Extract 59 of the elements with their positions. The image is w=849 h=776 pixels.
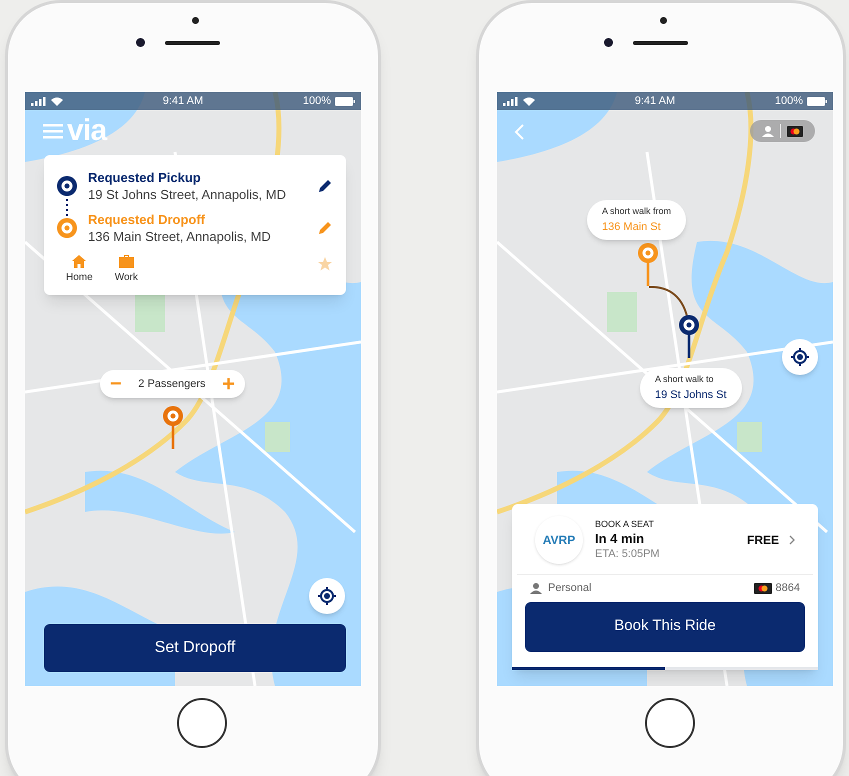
dropoff-pin	[637, 242, 659, 288]
pickup-pin	[678, 314, 700, 360]
home-button[interactable]	[645, 698, 695, 748]
shortcut-button[interactable]: Work	[114, 255, 138, 285]
eta-text: ETA: 5:05PM	[595, 547, 660, 562]
card-icon	[787, 126, 803, 136]
briefcase-icon	[118, 255, 134, 268]
operator-logo: AVRP	[542, 532, 576, 549]
ride-overline: BOOK A SEAT	[595, 518, 655, 530]
stop-address: 136 Main Street, Annapolis, MD	[88, 228, 272, 245]
card-icon	[754, 582, 772, 594]
crosshair-icon	[317, 586, 337, 606]
chevron-right-icon[interactable]	[789, 535, 795, 545]
passenger-count: 2 Passengers	[138, 376, 206, 392]
speaker-grille	[165, 40, 220, 44]
book-ride-button[interactable]: Book This Ride	[525, 602, 805, 652]
crosshair-icon	[790, 347, 810, 367]
wifi-icon	[523, 96, 535, 106]
callout-caption: A short walk from	[602, 205, 672, 218]
park-area	[265, 422, 290, 452]
status-time: 9:41 AM	[162, 94, 204, 109]
home-button[interactable]	[176, 698, 226, 748]
battery-percent: 100%	[302, 94, 331, 109]
set-dropoff-button[interactable]: Set Dropoff	[44, 624, 346, 672]
status-time: 9:41 AM	[634, 94, 676, 109]
park-area	[135, 292, 165, 332]
dropoff-pin	[162, 405, 184, 451]
person-icon	[530, 582, 542, 594]
dotted-connector	[66, 199, 68, 219]
pencil-icon	[318, 179, 332, 193]
profile-label: Personal	[548, 581, 592, 596]
star-icon[interactable]	[318, 257, 332, 271]
callout-place: 19 St Johns St	[655, 388, 727, 402]
stop-label: Requested Dropoff	[88, 211, 206, 228]
park-area	[737, 422, 762, 452]
park-area	[607, 292, 637, 332]
house-icon	[72, 255, 86, 268]
pencil-icon	[318, 221, 332, 235]
wifi-icon	[51, 96, 63, 106]
location-ring-icon	[56, 217, 78, 239]
signal-icon	[31, 96, 47, 106]
location-ring-icon	[56, 175, 78, 197]
signal-icon	[503, 96, 519, 106]
speaker-grille	[633, 40, 688, 44]
arrival-time: In 4 min	[595, 531, 646, 546]
edit-button[interactable]	[316, 177, 334, 195]
profile-payment-toggle[interactable]	[750, 120, 815, 142]
battery-icon	[807, 96, 827, 106]
shortcut-button[interactable]: Home	[66, 255, 93, 285]
stop-address: 19 St Johns Street, Annapolis, MD	[88, 186, 287, 203]
person-icon	[762, 126, 774, 136]
card-number: 8864	[776, 581, 800, 596]
ride-price: FREE	[746, 532, 779, 549]
callout-caption: A short walk to	[655, 373, 715, 386]
stop-label: Requested Pickup	[88, 169, 202, 186]
battery-percent: 100%	[774, 94, 803, 109]
battery-icon	[335, 96, 355, 106]
callout-place: 136 Main St	[602, 220, 662, 234]
brand-logo: via	[67, 116, 106, 146]
